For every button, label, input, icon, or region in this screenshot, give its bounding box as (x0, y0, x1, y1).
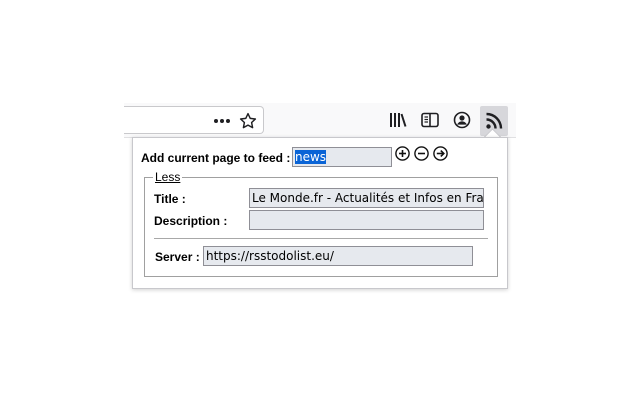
less-toggle[interactable]: Less (153, 171, 182, 183)
feed-name-value: news (295, 150, 327, 164)
arrow-right-circle-icon[interactable] (433, 146, 448, 161)
star-icon[interactable] (234, 104, 262, 138)
title-input[interactable]: Le Monde.fr - Actualités et Infos en Fra… (249, 188, 484, 208)
divider (154, 238, 488, 239)
title-label: Title : (154, 192, 186, 206)
description-label: Description : (154, 214, 228, 228)
server-label: Server : (155, 250, 200, 264)
browser-toolbar (124, 103, 516, 138)
url-bar[interactable] (124, 106, 264, 134)
sidebar-icon[interactable] (416, 103, 444, 137)
add-to-feed-label: Add current page to feed : (141, 151, 291, 165)
screen: Add current page to feed : news Less Tit… (0, 0, 640, 400)
description-input[interactable] (249, 210, 484, 230)
plus-circle-icon[interactable] (395, 146, 410, 161)
ellipsis-icon[interactable] (208, 104, 236, 138)
library-icon[interactable] (384, 103, 412, 137)
feed-name-input[interactable]: news (292, 147, 392, 167)
minus-circle-icon[interactable] (414, 146, 429, 161)
server-input[interactable]: https://rsstodolist.eu/ (203, 246, 473, 266)
account-icon[interactable] (448, 103, 476, 137)
